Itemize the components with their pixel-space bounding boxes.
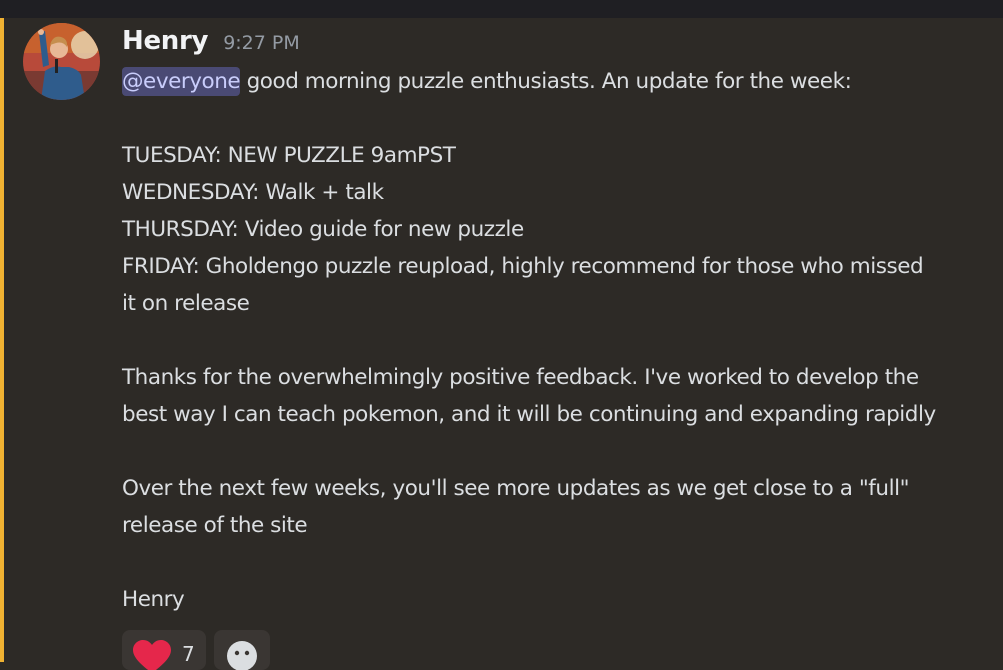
- thanks-line: best way I can teach pokemon, and it wil…: [122, 402, 936, 427]
- signature: Henry: [122, 587, 185, 612]
- mention-highlight-bar: [0, 18, 4, 662]
- reaction-count: 7: [182, 642, 195, 666]
- reactions-bar: 7: [122, 630, 270, 670]
- message-body: @everyone good morning puzzle enthusiast…: [122, 63, 992, 618]
- heart-icon: [133, 640, 171, 670]
- timestamp[interactable]: 9:27 PM: [223, 32, 300, 54]
- username[interactable]: Henry: [122, 26, 208, 56]
- next-line: Over the next few weeks, you'll see more…: [122, 476, 910, 501]
- top-strip: [0, 0, 1003, 18]
- schedule-line: TUESDAY: NEW PUZZLE 9amPST: [122, 143, 456, 168]
- heart-reaction-button[interactable]: 7: [122, 630, 206, 670]
- message-header: Henry 9:27 PM: [122, 26, 300, 60]
- add-reaction-button[interactable]: [214, 630, 270, 670]
- add-reaction-icon: [227, 641, 257, 670]
- schedule-line: THURSDAY: Video guide for new puzzle: [122, 217, 524, 242]
- intro-line: @everyone good morning puzzle enthusiast…: [122, 63, 992, 100]
- avatar-photo: [23, 23, 100, 100]
- schedule-line: WEDNESDAY: Walk + talk: [122, 180, 384, 205]
- schedule-line: it on release: [122, 291, 250, 316]
- intro-text: good morning puzzle enthusiasts. An upda…: [240, 69, 852, 94]
- everyone-mention[interactable]: @everyone: [122, 67, 241, 96]
- thanks-line: Thanks for the overwhelmingly positive f…: [122, 365, 919, 390]
- next-line: release of the site: [122, 513, 308, 538]
- chat-message[interactable]: Henry 9:27 PM @everyone good morning puz…: [0, 18, 1003, 670]
- avatar[interactable]: [23, 23, 100, 100]
- schedule-line: FRIDAY: Gholdengo puzzle reupload, highl…: [122, 254, 924, 279]
